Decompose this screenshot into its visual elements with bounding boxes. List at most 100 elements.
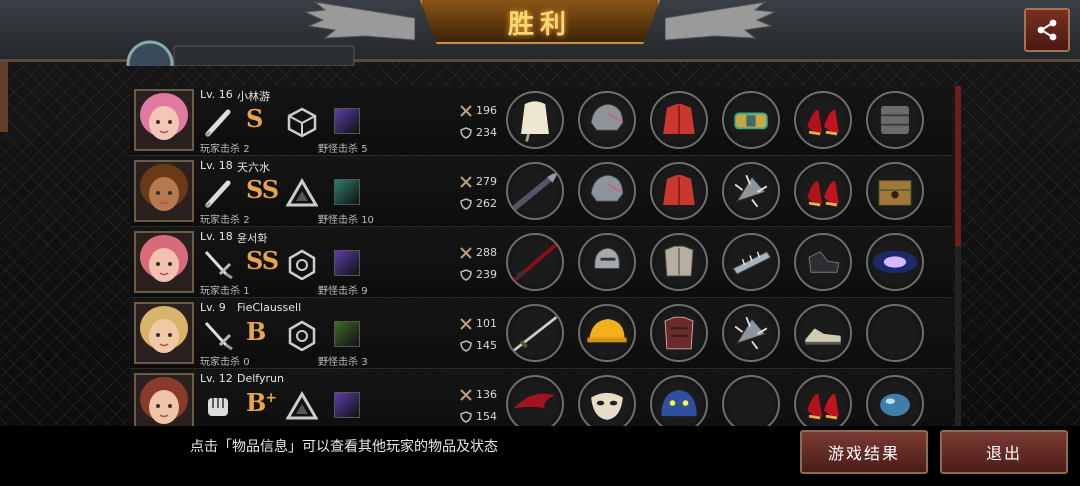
share-button[interactable] (1024, 8, 1070, 52)
item-slot[interactable] (650, 233, 708, 291)
item-slot[interactable] (722, 91, 780, 149)
item-slot[interactable] (650, 91, 708, 149)
item-slots (506, 162, 924, 220)
crossed-swords-icon (460, 175, 472, 188)
player-avatar[interactable] (134, 160, 194, 222)
player-level: Lv. 16 (200, 88, 233, 101)
monster-kills: 野怪击杀 3 (318, 353, 368, 368)
red-jacket-icon (663, 104, 695, 134)
red-heels-icon (807, 393, 839, 420)
white-cape-icon (521, 101, 549, 142)
monster-kills-value: 3 (361, 357, 368, 368)
player-kills-value: 2 (243, 215, 250, 226)
player-kills-label: 玩家击杀 (200, 215, 240, 226)
fist-weapon-icon (208, 398, 228, 416)
player-row[interactable]: Lv. 9 FieClaussell B 玩家击杀 0 野怪击杀 3 101 1… (130, 299, 952, 369)
spear-icon (511, 171, 559, 211)
monster-kills-value: 9 (361, 286, 368, 297)
skill-icon[interactable] (334, 250, 360, 276)
item-slot[interactable] (794, 304, 852, 362)
item-slot[interactable] (722, 304, 780, 362)
white-mask-icon (591, 392, 623, 420)
player-avatar[interactable] (134, 89, 194, 151)
item-slot[interactable] (794, 233, 852, 291)
rank-badge: B (246, 317, 266, 346)
item-slot[interactable] (866, 375, 924, 426)
item-slot[interactable] (794, 162, 852, 220)
item-slot[interactable] (650, 304, 708, 362)
scrollbar[interactable] (955, 86, 961, 426)
shield-icon (460, 126, 472, 139)
player-row[interactable]: Lv. 16 小林游 S 玩家击杀 2 野怪击杀 5 196 234 (130, 86, 952, 156)
item-slot[interactable] (506, 233, 564, 291)
attack-stat: 196 (460, 104, 497, 117)
defense-stat: 239 (460, 268, 497, 281)
game-results-button[interactable]: 游戏结果 (800, 430, 928, 474)
player-name: Delfyrun (237, 372, 284, 385)
exit-button[interactable]: 退出 (940, 430, 1068, 474)
hex-class-icon (288, 320, 316, 351)
player-kills: 玩家击杀 0 (200, 353, 250, 368)
player-avatar[interactable] (134, 231, 194, 293)
rank-badge: SS (246, 175, 279, 204)
black-boots-icon (808, 251, 840, 273)
item-slot[interactable] (722, 233, 780, 291)
player-kills-label: 玩家击杀 (200, 144, 240, 155)
skill-icon[interactable] (334, 108, 360, 134)
defense-value: 154 (476, 410, 497, 423)
player-row[interactable]: Lv. 18 天六水 SS 玩家击杀 2 野怪击杀 10 279 262 (130, 157, 952, 227)
item-slot[interactable] (866, 233, 924, 291)
defense-value: 262 (476, 197, 497, 210)
sword-weapon-icon (204, 321, 233, 351)
crossed-swords-icon (460, 388, 472, 401)
rank-badge: B+ (246, 388, 277, 417)
triangle-class-icon (286, 178, 318, 207)
item-slot[interactable] (866, 162, 924, 220)
plate-armor-icon (664, 245, 694, 277)
hint-text: 点击「物品信息」可以查看其他玩家的物品及状态 (190, 439, 498, 455)
page-title: 胜利 (507, 10, 572, 40)
player-avatar[interactable] (134, 373, 194, 426)
player-avatar[interactable] (134, 302, 194, 364)
item-slot[interactable] (650, 375, 708, 426)
item-slots (506, 233, 924, 291)
item-slot[interactable] (506, 162, 564, 220)
scroll-thumb[interactable] (955, 86, 961, 246)
triangle-class-icon (286, 391, 318, 420)
skill-icon[interactable] (334, 321, 360, 347)
item-slots (506, 375, 924, 426)
item-slot[interactable] (578, 162, 636, 220)
item-slot[interactable] (506, 91, 564, 149)
item-slot[interactable] (722, 162, 780, 220)
blue-creature-icon (661, 390, 697, 417)
skill-icon[interactable] (334, 392, 360, 418)
right-wing-ornament (665, 1, 775, 41)
player-row[interactable]: Lv. 18 윤서화 SS 玩家击杀 1 野怪击杀 9 288 239 (130, 228, 952, 298)
defense-value: 239 (476, 268, 497, 281)
player-kills-label: 玩家击杀 (200, 357, 240, 368)
attack-value: 136 (476, 388, 497, 401)
item-slot[interactable] (794, 91, 852, 149)
item-slot[interactable] (794, 375, 852, 426)
skill-icon[interactable] (334, 179, 360, 205)
item-slot[interactable] (866, 91, 924, 149)
treasure-box-icon (878, 180, 912, 206)
rank-badge: S (246, 104, 263, 133)
item-slot[interactable] (578, 91, 636, 149)
monster-kills-label: 野怪击杀 (318, 286, 358, 297)
player-kills-value: 2 (243, 144, 250, 155)
item-slot[interactable] (722, 375, 780, 426)
item-slot[interactable] (578, 304, 636, 362)
item-slot[interactable] (506, 304, 564, 362)
item-slot[interactable] (578, 375, 636, 426)
player-row[interactable]: Lv. 12 Delfyrun B+ 136 154 (130, 370, 952, 426)
player-list[interactable]: Lv. 16 小林游 S 玩家击杀 2 野怪击杀 5 196 234 Lv. 1… (130, 86, 952, 426)
item-slot[interactable] (506, 375, 564, 426)
attack-value: 196 (476, 104, 497, 117)
item-slot[interactable] (650, 162, 708, 220)
attack-stat: 101 (460, 317, 497, 330)
item-slot[interactable] (578, 233, 636, 291)
crossed-swords-icon (460, 317, 472, 330)
item-slot[interactable] (866, 304, 924, 362)
shield-icon (460, 410, 472, 423)
